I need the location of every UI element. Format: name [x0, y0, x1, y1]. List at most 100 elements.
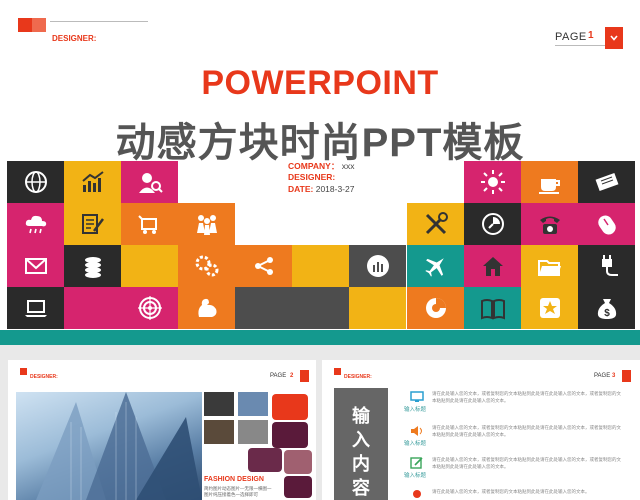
star-tile[interactable]: [521, 287, 578, 329]
color-tile: [235, 287, 292, 329]
thumb-page-number: 2: [290, 373, 294, 379]
cloud-rain-tile[interactable]: [7, 203, 64, 245]
main-slide[interactable]: DESIGNER: PAGE 1 POWERPOINT 动感方块时尚PPT模板 …: [0, 0, 640, 345]
telephone-tile[interactable]: [521, 203, 578, 245]
designer-label: DESIGNER:: [52, 34, 97, 43]
cart-icon: [137, 215, 157, 234]
globe-tile[interactable]: [7, 161, 64, 203]
thumb-page-label: PAGE: [270, 373, 287, 379]
svg-text:$: $: [604, 308, 610, 319]
tools-tile[interactable]: [407, 203, 464, 245]
meta-designer: DESIGNER:: [288, 172, 336, 182]
target-icon: [137, 296, 162, 320]
fashion-caption-title: FASHION DESIGN: [204, 476, 264, 483]
cloud-rain-icon: [25, 215, 46, 234]
coffee-cup-icon: [538, 179, 560, 194]
side-char-2: 入: [352, 430, 370, 450]
home-icon: [482, 257, 503, 276]
slide-thumbnail-3[interactable]: DESIGNER: PAGE 3 输 入 内 容 输入标题 输入标题 输入标题 …: [322, 360, 640, 500]
item-label-2: 输入标题: [404, 441, 427, 447]
thumb-page-number: 3: [612, 373, 616, 379]
gears-icon: [195, 255, 218, 277]
plug-tile[interactable]: [578, 245, 635, 287]
laptop-tile[interactable]: [7, 287, 64, 329]
user-search-tile[interactable]: [121, 161, 178, 203]
cart-tile[interactable]: [121, 203, 178, 245]
user-search-icon: [138, 173, 163, 193]
document-edit-tile[interactable]: [64, 203, 121, 245]
thumb-red-square: [334, 368, 341, 375]
coffee-cup-tile[interactable]: [521, 161, 578, 203]
header-accent-square: [32, 18, 46, 32]
building-photo: [16, 392, 202, 500]
chart-growth-icon: [81, 171, 104, 192]
share-icon: [254, 257, 273, 275]
side-char-4: 容: [352, 478, 370, 498]
paragraph-2: 请在此处输入您的文本，或者复制您的文本粘贴到此处请在此处输入您的文本，或者复制您…: [432, 425, 621, 437]
paragraph-1: 请在此处输入您的文本，或者复制您的文本粘贴到此处请在此处输入您的文本，或者复制您…: [432, 391, 621, 403]
book-icon: [480, 299, 505, 320]
share-tile[interactable]: [235, 245, 292, 287]
coins-icon: [84, 257, 101, 278]
team-icon: [196, 215, 217, 235]
globe-icon: [24, 171, 47, 193]
pie-chart-tile[interactable]: [407, 287, 464, 329]
telephone-icon: [539, 216, 560, 234]
coins-tile[interactable]: [64, 245, 121, 287]
timer-icon: [481, 213, 504, 235]
pin-icon: [412, 488, 422, 500]
mail-icon: [24, 258, 47, 274]
document-edit-icon: [81, 214, 104, 234]
tools-icon: [425, 212, 448, 235]
sun-icon: [480, 170, 505, 194]
airplane-tile[interactable]: [407, 245, 464, 287]
money-bag-icon: $: [597, 299, 616, 319]
side-char-3: 内: [352, 454, 370, 474]
chevron-down-icon: [605, 27, 623, 49]
plug-icon: [601, 255, 618, 276]
folder-icon: [537, 260, 561, 276]
mouse-tile[interactable]: [578, 203, 635, 245]
teal-footer-bar: [0, 330, 640, 345]
gears-tile[interactable]: [178, 245, 235, 287]
bar-chart-tile[interactable]: [349, 245, 406, 287]
fashion-caption-line-2: 图片纯压接着色一选择即可: [204, 492, 258, 497]
pie-chart-icon: [425, 298, 446, 318]
page-number: 1: [588, 30, 594, 41]
money-bag-tile[interactable]: $: [578, 287, 635, 329]
laptop-icon: [24, 300, 47, 317]
color-tile: [64, 287, 121, 329]
color-tile: [292, 245, 349, 287]
thumb-designer-label: DESIGNER:: [344, 374, 372, 380]
folder-tile[interactable]: [521, 245, 578, 287]
ticket-icon: [595, 172, 618, 192]
home-tile[interactable]: [464, 245, 521, 287]
muscle-tile[interactable]: [178, 287, 235, 329]
target-tile[interactable]: [121, 287, 178, 329]
item-label-1: 输入标题: [404, 407, 427, 413]
paragraph-3: 请在此处输入您的文本，或者复制您的文本粘贴到此处请在此处输入您的文本，或者复制您…: [432, 457, 621, 469]
mail-tile[interactable]: [7, 245, 64, 287]
thumb-page-tab: [622, 370, 631, 382]
color-tile: [292, 287, 349, 329]
airplane-icon: [424, 258, 444, 277]
paragraph-4: 请在此处输入您的文本，或者复制您的文本粘贴到此处请在此处输入您的文本。: [432, 489, 590, 494]
thumb-page-tab: [300, 370, 309, 382]
title-english: POWERPOINT: [201, 64, 439, 102]
mouse-icon: [597, 215, 616, 235]
sun-tile[interactable]: [464, 161, 521, 203]
team-tile[interactable]: [178, 203, 235, 245]
color-tile: [121, 245, 178, 287]
timer-tile[interactable]: [464, 203, 521, 245]
header-rule: [50, 21, 148, 22]
muscle-icon: [197, 298, 216, 317]
chart-growth-tile[interactable]: [64, 161, 121, 203]
meta-company: COMPANY： xxx: [288, 161, 355, 171]
side-char-1: 输: [352, 406, 370, 426]
color-tile: [349, 287, 406, 329]
book-tile[interactable]: [464, 287, 521, 329]
slide-thumbnail-2[interactable]: DESIGNER: PAGE 2 FASHION DESIGN 简约图片动态图片…: [8, 360, 316, 500]
thumb-page-label: PAGE: [594, 373, 611, 379]
ticket-tile[interactable]: [578, 161, 635, 203]
side-panel: 输 入 内 容: [334, 388, 388, 500]
